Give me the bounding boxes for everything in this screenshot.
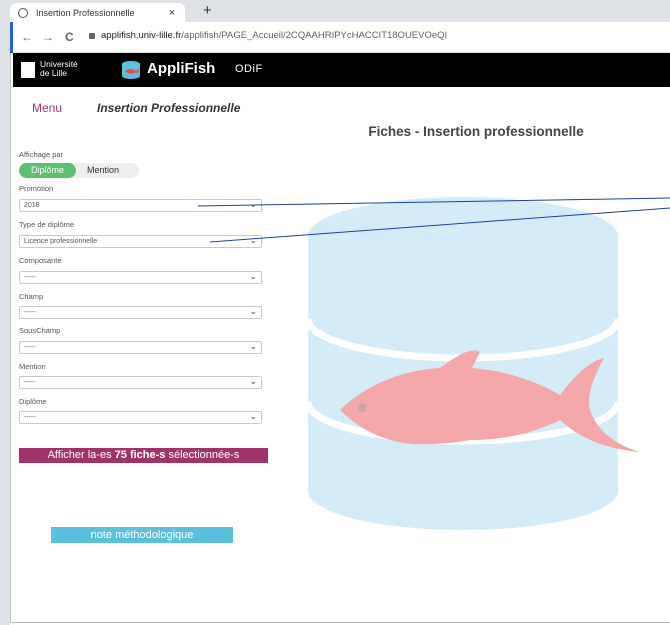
annotation-line-type (209, 207, 670, 243)
annotation-lines (197, 197, 670, 243)
page-bottom-border (10, 622, 670, 623)
annotation-line-promotion (197, 197, 670, 207)
